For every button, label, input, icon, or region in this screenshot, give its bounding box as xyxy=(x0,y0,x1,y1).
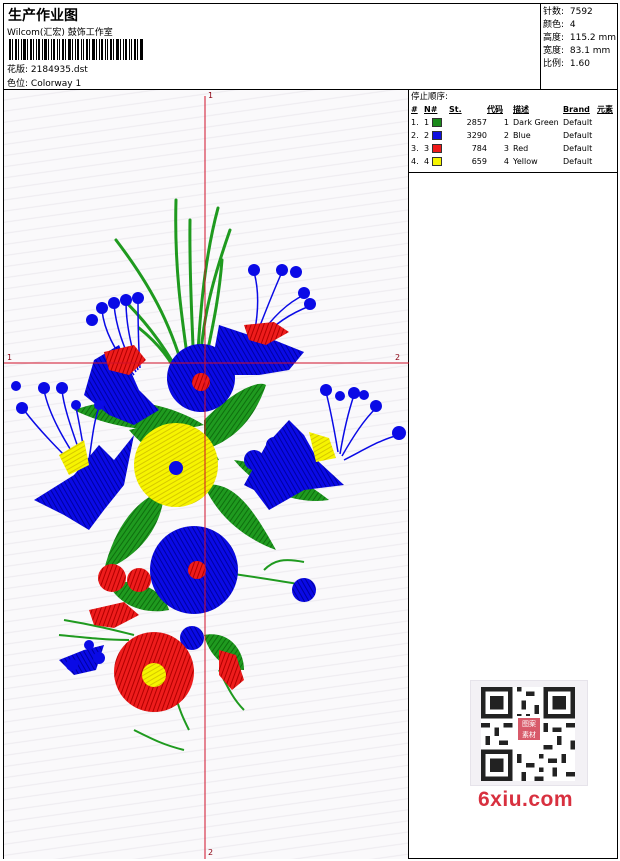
crosshair-bottom-label: 2 xyxy=(208,848,214,857)
stop-sequence-title: 停止顺序: xyxy=(411,92,448,102)
stop-sequence: 停止顺序: # N# St. 代码 描述 Brand 元素 1. 1 2857 … xyxy=(409,90,617,173)
crosshair-right-label: 2 xyxy=(395,353,401,362)
stat-width: 宽度: 83.1 mm xyxy=(543,46,611,56)
barcode xyxy=(9,39,143,60)
table-header: # N# St. 代码 描述 Brand 元素 xyxy=(411,103,617,116)
col-brand: Brand xyxy=(563,105,590,114)
col-element: 元素 xyxy=(597,105,613,114)
col-code: 代码 xyxy=(487,105,503,114)
colorway-value: Colorway 1 xyxy=(30,79,82,89)
design-file: 花版: 2184935.dst xyxy=(7,62,88,75)
page-title: 生产作业图 xyxy=(8,8,78,24)
stat-colors: 颜色: 4 xyxy=(543,20,576,30)
col-n: N# xyxy=(424,105,438,114)
crosshair-left-label: 1 xyxy=(7,353,13,362)
stat-stitches: 针数: 7592 xyxy=(543,7,593,17)
col-desc: 描述 xyxy=(513,105,529,114)
watermark-site: 6xiu.com xyxy=(478,788,574,811)
design-value: 2184935.dst xyxy=(30,65,88,75)
color-swatch xyxy=(431,131,442,140)
table-row: 4. 4 659 4 Yellow Default xyxy=(411,157,593,166)
design-canvas: 1 2 1 2 xyxy=(4,90,409,859)
header: 生产作业图 Wilcom(汇宏) 鼓饰工作室 花版: 2184935.dst 色… xyxy=(4,4,617,90)
colorway-label: 色位: xyxy=(7,79,29,89)
stat-scale: 比例: 1.60 xyxy=(543,59,590,69)
table-row: 2. 2 3290 2 Blue Default xyxy=(411,131,593,140)
flower-centers xyxy=(169,461,183,475)
col-seq: # xyxy=(411,105,418,114)
table-row: 3. 3 784 3 Red Default xyxy=(411,144,593,153)
color-swatch xyxy=(431,144,442,153)
stop-sequence-table: # N# St. 代码 描述 Brand 元素 1. 1 2857 1 Dark… xyxy=(411,103,617,168)
seal-stamp: 图案 素材 xyxy=(516,716,542,742)
color-swatch xyxy=(431,157,442,166)
stat-height: 高度: 115.2 mm xyxy=(543,33,617,43)
company-name: Wilcom(汇宏) 鼓饰工作室 xyxy=(7,28,113,38)
colorway: 色位: Colorway 1 xyxy=(7,76,81,89)
embroidery-preview xyxy=(4,96,409,859)
stats-box: 针数: 7592 颜色: 4 高度: 115.2 mm 宽度: 83.1 mm … xyxy=(540,4,617,90)
col-stitches: St. xyxy=(449,105,462,114)
qr-code-watermark: 图案 素材 xyxy=(470,680,588,786)
crosshair-top-label: 1 xyxy=(208,91,214,100)
design-label: 花版: xyxy=(7,65,29,75)
table-row: 1. 1 2857 1 Dark Green Default xyxy=(411,118,593,127)
color-swatch xyxy=(431,118,442,127)
